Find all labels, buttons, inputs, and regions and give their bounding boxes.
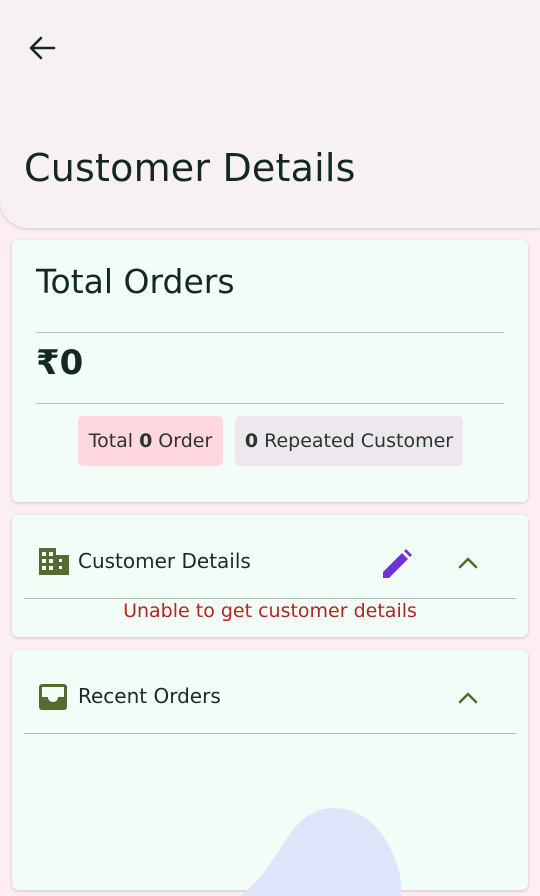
- arrow-back-icon: [29, 36, 56, 60]
- total-orders-card: Total Orders ₹0 Total 0 Order 0 Repeated…: [12, 240, 528, 502]
- orders-chip-suffix: Order: [158, 430, 213, 452]
- divider: [36, 403, 504, 404]
- repeat-chip-label: Repeated Customer: [264, 430, 454, 452]
- total-amount: ₹0: [36, 343, 84, 383]
- divider: [24, 598, 516, 599]
- customer-details-card: Customer Details Unable to get customer …: [12, 515, 528, 637]
- total-orders-chip: Total 0 Order: [78, 416, 223, 466]
- chevron-up-icon: [458, 557, 478, 569]
- chevron-up-icon: [458, 692, 478, 704]
- building-icon: [39, 548, 69, 575]
- collapse-orders-button[interactable]: [452, 681, 484, 713]
- total-orders-title: Total Orders: [36, 262, 235, 301]
- divider: [24, 733, 516, 734]
- pencil-icon: [383, 549, 412, 578]
- app-bar: Customer Details: [0, 0, 540, 228]
- edit-customer-button[interactable]: [378, 547, 414, 583]
- customer-details-label: Customer Details: [78, 549, 251, 573]
- collapse-customer-button[interactable]: [452, 546, 484, 578]
- repeat-chip-count: 0: [244, 430, 259, 452]
- inbox-icon: [39, 684, 67, 710]
- divider: [36, 332, 504, 333]
- repeated-customer-chip: 0 Repeated Customer: [235, 416, 463, 466]
- page-title: Customer Details: [24, 146, 356, 190]
- back-button[interactable]: [22, 30, 62, 66]
- recent-orders-label: Recent Orders: [78, 684, 221, 708]
- recent-orders-card: Recent Orders: [12, 650, 528, 896]
- customer-error-message: Unable to get customer details: [123, 600, 417, 622]
- orders-chip-prefix: Total: [88, 430, 134, 452]
- empty-state-illustration: [240, 808, 402, 896]
- orders-chip-count: 0: [139, 430, 153, 452]
